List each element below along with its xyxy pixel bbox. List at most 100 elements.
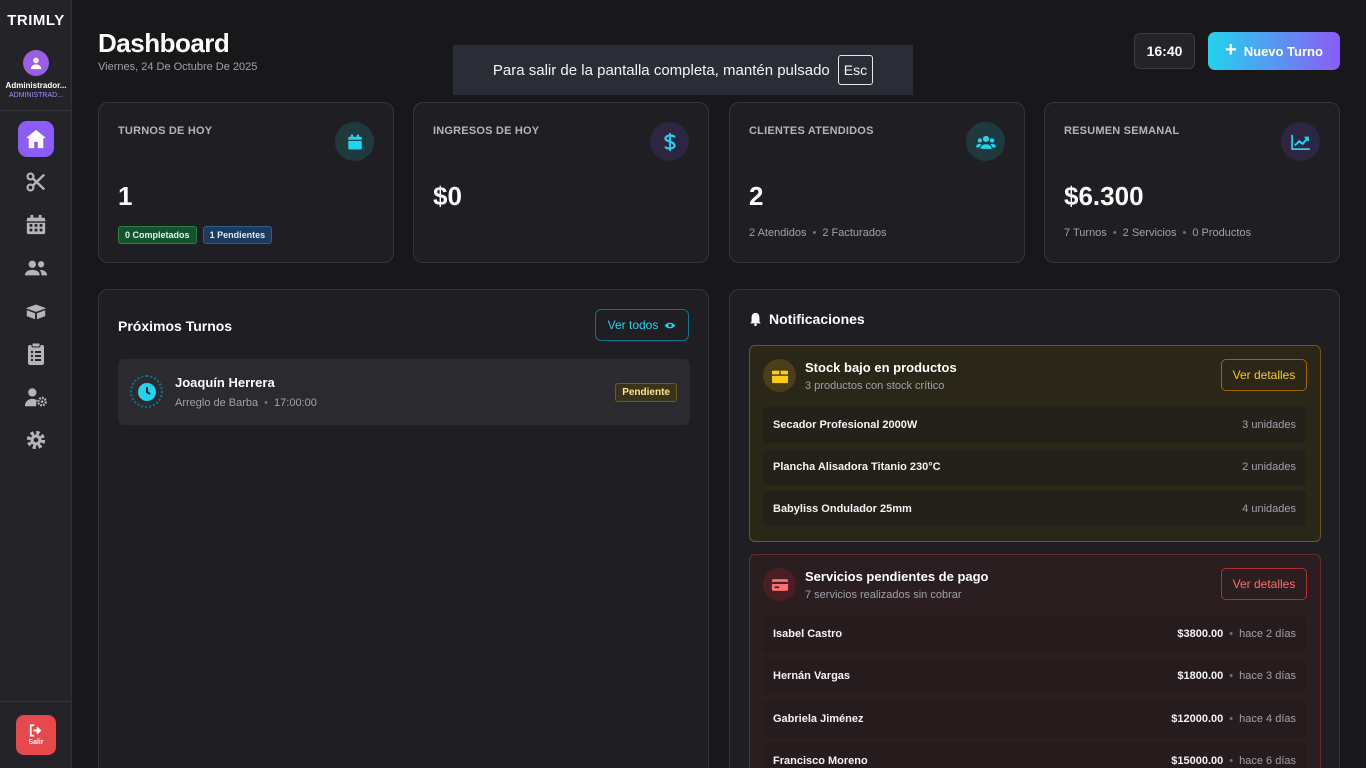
amount: $3800.00 bbox=[1177, 628, 1224, 640]
users-icon bbox=[966, 122, 1005, 161]
stat-label: RESUMEN SEMANAL bbox=[1064, 125, 1180, 137]
stock-details-button[interactable]: Ver detalles bbox=[1221, 359, 1307, 391]
time-ago: hace 3 días bbox=[1239, 670, 1296, 682]
pending-payments-alert: Servicios pendientes de pago 7 servicios… bbox=[749, 554, 1321, 768]
payments-details-button[interactable]: Ver detalles bbox=[1221, 568, 1307, 600]
logout-label: Salir bbox=[28, 739, 44, 746]
sidebar-item-reports[interactable] bbox=[18, 336, 54, 372]
gear-icon bbox=[26, 430, 46, 450]
sidebar-item-calendar[interactable] bbox=[18, 207, 54, 243]
esc-key: Esc bbox=[837, 55, 874, 85]
product-name: Babyliss Ondulador 25mm bbox=[773, 503, 912, 515]
list-item: Hernán Vargas $1800.00 • hace 3 días bbox=[763, 658, 1306, 694]
time-ago: hace 6 días bbox=[1239, 755, 1296, 767]
dollar-icon bbox=[650, 122, 689, 161]
stat-value: $0 bbox=[433, 181, 462, 211]
stat-badges: 0 Completados 1 Pendientes bbox=[118, 226, 275, 244]
client-name: Isabel Castro bbox=[773, 628, 843, 640]
clipboard-list-icon bbox=[28, 342, 44, 365]
stat-sub-productos: 0 Productos bbox=[1192, 227, 1252, 239]
stat-value: $6.300 bbox=[1064, 181, 1144, 211]
stat-sub: 7 Turnos • 2 Servicios • 0 Productos bbox=[1064, 227, 1252, 239]
product-name: Secador Profesional 2000W bbox=[773, 419, 918, 431]
divider bbox=[0, 110, 72, 111]
stat-sub-facturados: 2 Facturados bbox=[822, 227, 887, 239]
sidebar-item-services[interactable] bbox=[18, 164, 54, 200]
product-name: Plancha Alisadora Titanio 230°C bbox=[773, 461, 941, 473]
product-qty: 2 unidades bbox=[1242, 461, 1296, 473]
alert-title: Servicios pendientes de pago bbox=[805, 569, 989, 584]
notifications-title: Notificaciones bbox=[769, 311, 865, 327]
time-ago: hace 2 días bbox=[1239, 628, 1296, 640]
sidebar-item-clients[interactable] bbox=[18, 250, 54, 286]
sidebar: TRIMLY Administrador... ADMINISTRAD... S… bbox=[0, 0, 72, 768]
list-item: Francisco Moreno $15000.00 • hace 6 días bbox=[763, 743, 1306, 768]
new-appointment-label: Nuevo Turno bbox=[1243, 43, 1323, 59]
home-icon bbox=[26, 129, 46, 149]
box-icon bbox=[763, 359, 796, 392]
clock: 16:40 bbox=[1134, 33, 1195, 69]
appointment-service: Arreglo de Barba bbox=[175, 397, 259, 409]
completed-badge: 0 Completados bbox=[118, 226, 197, 244]
sidebar-item-home[interactable] bbox=[18, 121, 54, 157]
logout-button[interactable]: Salir bbox=[16, 715, 56, 755]
stat-sub-atendidos: 2 Atendidos bbox=[749, 227, 807, 239]
stat-sub: 2 Atendidos • 2 Facturados bbox=[749, 227, 887, 239]
page-date: Viernes, 24 De Octubre De 2025 bbox=[98, 61, 258, 73]
stat-sub-servicios: 2 Servicios bbox=[1122, 227, 1177, 239]
client-name: Hernán Vargas bbox=[773, 670, 851, 682]
amount: $1800.00 bbox=[1177, 670, 1224, 682]
sidebar-item-user-settings[interactable] bbox=[18, 379, 54, 415]
panel-title: Notificaciones bbox=[749, 311, 865, 327]
list-item: Babyliss Ondulador 25mm 4 unidades bbox=[763, 491, 1306, 527]
stat-value: 1 bbox=[118, 181, 133, 211]
user-role: ADMINISTRAD... bbox=[8, 92, 64, 99]
page-title: Dashboard bbox=[98, 28, 230, 58]
eye-icon bbox=[665, 322, 676, 328]
appointment-time: 17:00:00 bbox=[274, 397, 317, 409]
view-all-label: Ver todos bbox=[607, 318, 659, 332]
fullscreen-banner-text: Para salir de la pantalla completa, mant… bbox=[492, 61, 830, 79]
stat-label: TURNOS DE HOY bbox=[118, 125, 213, 137]
product-qty: 4 unidades bbox=[1242, 503, 1296, 515]
user-icon bbox=[30, 57, 42, 70]
appointment-client: Joaquín Herrera bbox=[175, 375, 275, 390]
client-name: Francisco Moreno bbox=[773, 755, 868, 767]
amount: $15000.00 bbox=[1171, 755, 1224, 767]
brand-logo: TRIMLY bbox=[7, 12, 65, 29]
view-all-button[interactable]: Ver todos bbox=[595, 309, 689, 341]
client-name: Gabriela Jiménez bbox=[773, 713, 864, 725]
stat-card-clientes: CLIENTES ATENDIDOS 2 2 Atendidos • 2 Factu… bbox=[729, 102, 1025, 263]
user-name: Administrador... bbox=[5, 81, 67, 90]
avatar[interactable] bbox=[23, 50, 49, 76]
chart-line-icon bbox=[1281, 122, 1320, 161]
fullscreen-exit-banner: Para salir de la pantalla completa, mant… bbox=[453, 45, 913, 95]
calendar-icon bbox=[335, 122, 374, 161]
appointment-item[interactable]: Joaquín Herrera Arreglo de Barba • 17:00:0… bbox=[118, 359, 690, 425]
sidebar-item-products[interactable] bbox=[18, 293, 54, 329]
logout-icon bbox=[29, 724, 42, 737]
users-icon bbox=[24, 260, 48, 276]
list-item: Secador Profesional 2000W 3 unidades bbox=[763, 407, 1306, 443]
amount: $12000.00 bbox=[1171, 713, 1224, 725]
plus-icon: + bbox=[1225, 38, 1237, 61]
stat-card-turnos: TURNOS DE HOY 1 0 Completados 1 Pendient… bbox=[98, 102, 394, 263]
time-ago: hace 4 días bbox=[1239, 713, 1296, 725]
sidebar-item-settings[interactable] bbox=[18, 422, 54, 458]
divider bbox=[0, 701, 72, 702]
stat-label: INGRESOS DE HOY bbox=[433, 125, 540, 137]
list-item: Isabel Castro $3800.00 • hace 2 días bbox=[763, 616, 1306, 652]
status-badge: Pendiente bbox=[615, 383, 677, 402]
notifications-panel: Notificaciones Stock bajo en productos 3… bbox=[729, 289, 1340, 768]
calendar-icon bbox=[26, 214, 46, 235]
bell-icon bbox=[750, 312, 761, 326]
clock-icon bbox=[130, 375, 163, 408]
alert-title: Stock bajo en productos bbox=[805, 360, 957, 375]
new-appointment-button[interactable]: + Nuevo Turno bbox=[1208, 32, 1340, 70]
stat-card-resumen: RESUMEN SEMANAL $6.300 7 Turnos • 2 Servic… bbox=[1044, 102, 1340, 263]
product-qty: 3 unidades bbox=[1242, 419, 1296, 431]
scissors-icon bbox=[26, 172, 46, 192]
credit-card-icon bbox=[763, 568, 796, 601]
list-item: Gabriela Jiménez $12000.00 • hace 4 días bbox=[763, 701, 1306, 737]
stat-card-ingresos: INGRESOS DE HOY $0 bbox=[413, 102, 709, 263]
